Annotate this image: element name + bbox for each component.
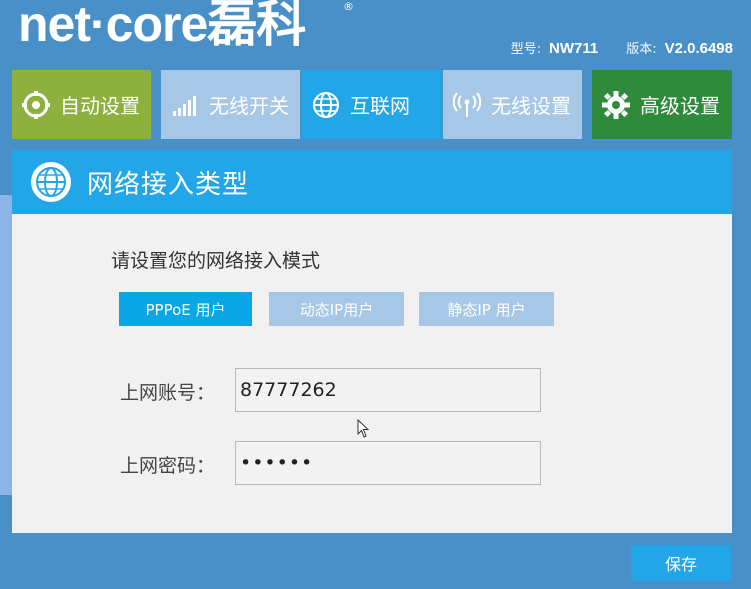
- panel-title: 网络接入类型: [87, 169, 250, 200]
- signal-bars-icon: [171, 91, 199, 119]
- panel-header: 网络接入类型: [12, 150, 732, 214]
- globe-icon: [312, 91, 340, 119]
- mode-static-ip-button[interactable]: 静态IP 用户: [419, 292, 554, 326]
- tab-auto-setup-label: 自动设置: [60, 94, 140, 118]
- globe-badge-icon: [29, 160, 73, 204]
- save-button[interactable]: 保存: [631, 545, 731, 581]
- wifi-antenna-icon: [453, 91, 481, 119]
- account-input[interactable]: [235, 368, 541, 412]
- mode-instruction: 请设置您的网络接入模式: [111, 250, 321, 272]
- gear-icon: [602, 90, 630, 119]
- account-label: 上网账号：: [120, 382, 216, 404]
- mode-pppoe-button[interactable]: PPPoE 用户: [119, 292, 252, 326]
- password-label: 上网密码：: [120, 455, 216, 477]
- tab-wireless-switch[interactable]: 无线开关: [161, 70, 300, 139]
- tab-internet-label: 互联网: [350, 94, 410, 118]
- tab-advanced-settings[interactable]: 高级设置: [592, 70, 732, 139]
- tab-wireless-settings-label: 无线设置: [491, 94, 571, 118]
- model-value: NW711: [549, 40, 599, 57]
- main-nav: 自动设置 无线开关 互联网 无线设置 高级设置: [12, 70, 732, 139]
- password-input[interactable]: [235, 441, 541, 485]
- mode-dynamic-ip-button[interactable]: 动态IP用户: [269, 292, 404, 326]
- model-label: 型号:: [510, 42, 541, 57]
- tab-wireless-settings[interactable]: 无线设置: [443, 70, 582, 139]
- registered-mark: ®: [343, 0, 354, 13]
- tab-advanced-settings-label: 高级设置: [640, 94, 720, 118]
- model-info: 型号: NW711 版本: V2.0.6498: [511, 38, 733, 57]
- tab-wireless-switch-label: 无线开关: [209, 94, 289, 118]
- version-value: V2.0.6498: [664, 40, 733, 57]
- netcore-logo: net·core磊科: [18, 0, 306, 52]
- header: net·core磊科 ® 型号: NW711 版本: V2.0.6498: [0, 0, 751, 70]
- gear-sync-icon: [22, 90, 50, 119]
- mouse-cursor-icon: [357, 419, 370, 438]
- tab-internet[interactable]: 互联网: [302, 70, 441, 139]
- tab-auto-setup[interactable]: 自动设置: [12, 70, 151, 139]
- version-label: 版本:: [626, 42, 657, 57]
